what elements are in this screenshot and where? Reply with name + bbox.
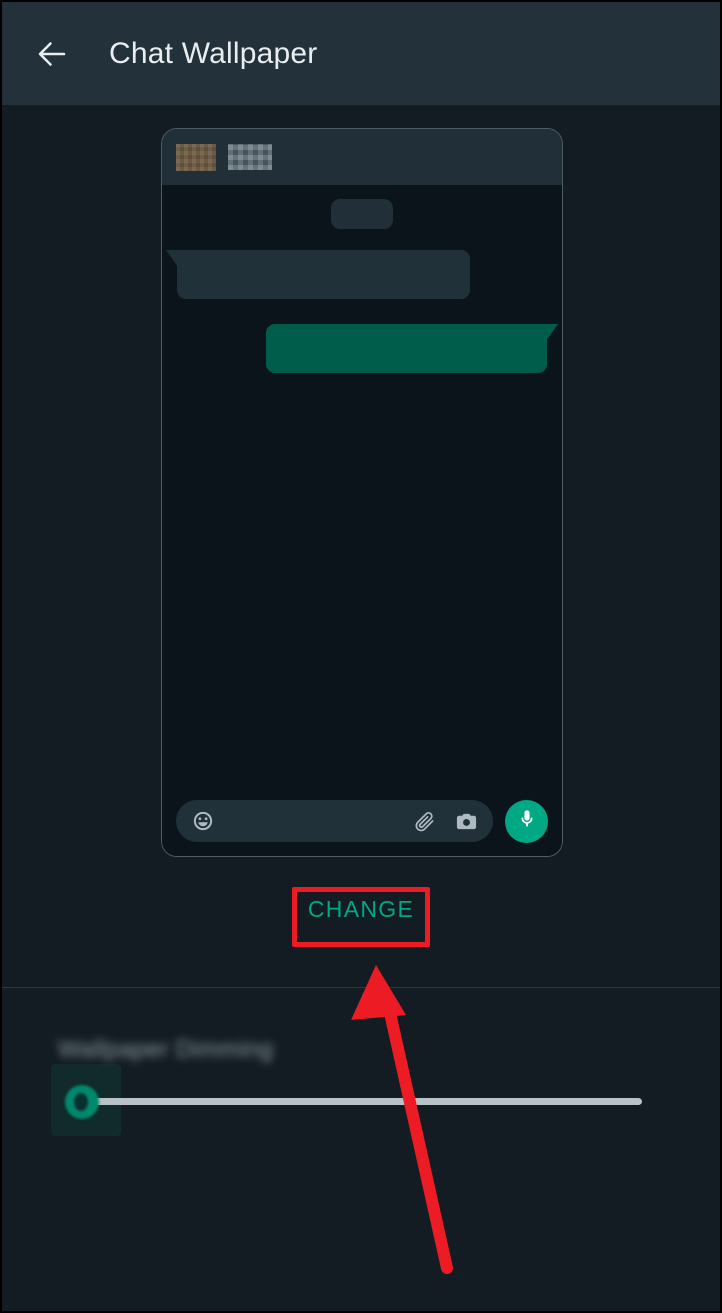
preview-chat-header <box>162 129 562 185</box>
preview-input-bar <box>162 794 562 848</box>
contact-avatar-censored <box>176 143 216 171</box>
change-wallpaper-button[interactable]: CHANGE <box>282 882 440 937</box>
message-input-pill[interactable] <box>176 800 493 842</box>
message-bubble-incoming <box>177 250 470 299</box>
wallpaper-dimming-slider[interactable] <box>2 1064 720 1136</box>
page-title: Chat Wallpaper <box>109 36 318 70</box>
message-bubble-outgoing <box>266 324 547 373</box>
change-button-row: CHANGE <box>2 882 720 937</box>
paperclip-icon[interactable] <box>411 808 437 834</box>
slider-thumb[interactable] <box>65 1085 99 1119</box>
slider-track[interactable] <box>84 1098 642 1105</box>
date-divider-pill <box>331 199 393 229</box>
section-divider <box>2 987 720 988</box>
emoji-smiley-icon[interactable] <box>190 808 216 834</box>
contact-name-censored <box>228 144 272 170</box>
back-button[interactable] <box>20 22 84 86</box>
chat-wallpaper-screen: Chat Wallpaper CHANGE Wallpaper Dimming <box>0 0 722 1313</box>
arrow-left-icon <box>34 36 70 72</box>
wallpaper-preview-card[interactable] <box>161 128 563 857</box>
camera-icon[interactable] <box>453 808 479 834</box>
microphone-icon <box>516 808 538 835</box>
preview-chat-body <box>162 185 562 856</box>
voice-record-button[interactable] <box>505 799 548 843</box>
app-bar: Chat Wallpaper <box>2 2 720 105</box>
wallpaper-dimming-label: Wallpaper Dimming <box>58 1036 274 1063</box>
